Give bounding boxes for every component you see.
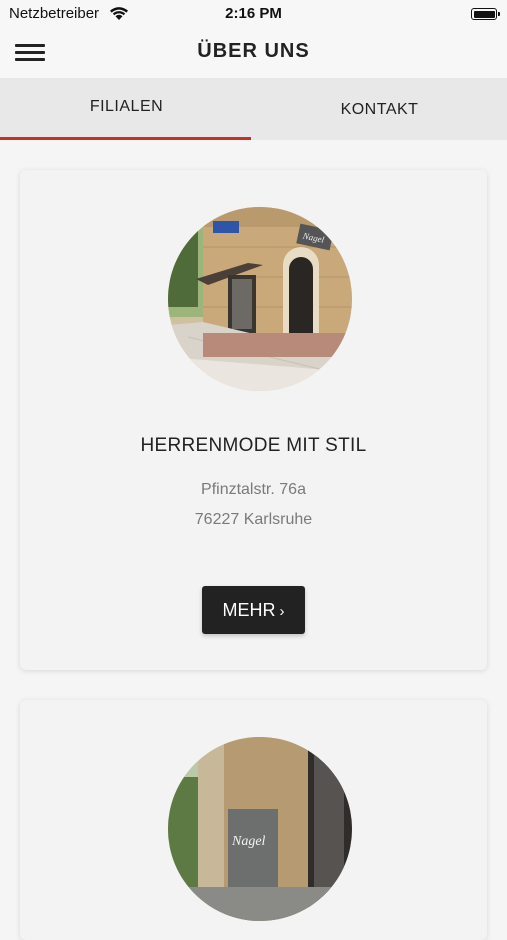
store-photo: Nagel [168, 737, 352, 921]
tab-bar: FILIALEN KONTAKT [0, 78, 507, 140]
more-button-label: MEHR [222, 600, 276, 620]
store-card: Nagel [20, 700, 487, 940]
more-button[interactable]: MEHR › [202, 586, 305, 634]
tab-filialen[interactable]: FILIALEN [0, 78, 253, 140]
tab-kontakt[interactable]: KONTAKT [253, 78, 506, 140]
store-name: HERRENMODE MIT STIL [140, 435, 367, 456]
store-city: 76227 Karlsruhe [194, 511, 313, 528]
shop-sign-text: Nagel [231, 834, 266, 849]
tab-filialen-label: FILIALEN [89, 98, 164, 115]
tab-kontakt-label: KONTAKT [340, 101, 419, 118]
status-time: 2:16 PM [225, 5, 282, 22]
navigation-bar: ÜBER UNS [0, 28, 507, 78]
store-photo: Nagel [168, 207, 352, 391]
active-tab-indicator [0, 137, 251, 140]
status-bar: Netzbetreiber 2:16 PM [0, 0, 507, 28]
battery-icon [471, 8, 500, 20]
chevron-right-icon: › [279, 603, 285, 620]
store-street: Pfinztalstr. 76a [201, 481, 306, 498]
page-title: ÜBER UNS [197, 40, 310, 62]
store-card: Nagel HERRENMODE MIT STIL Pfinztalstr. 7… [20, 170, 487, 670]
